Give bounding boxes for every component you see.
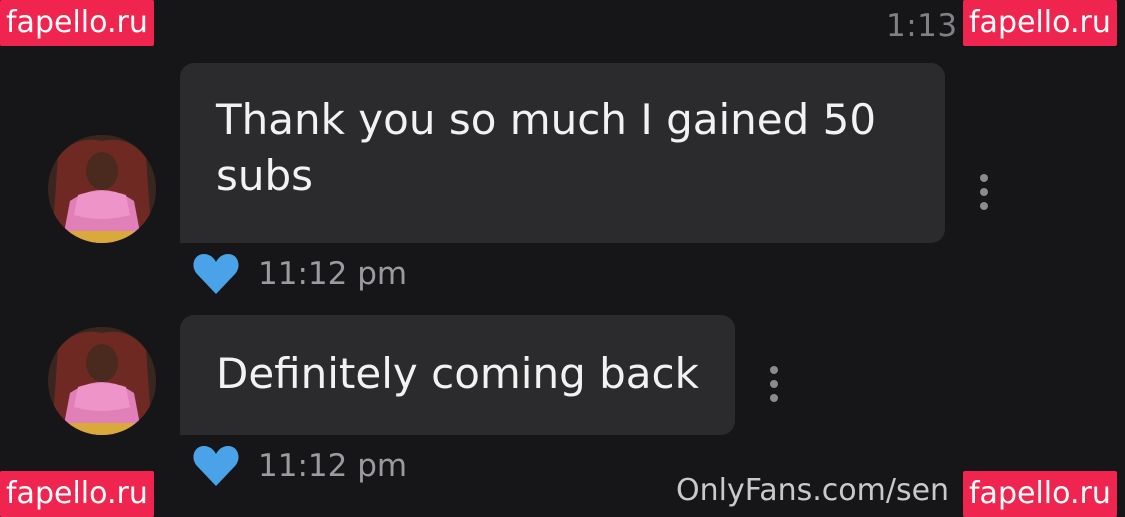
source-url-text: OnlyFans.com/sen — [676, 473, 950, 508]
message-text: Definitely coming back — [216, 349, 699, 398]
message-options-button[interactable] — [974, 172, 994, 212]
heart-icon[interactable] — [192, 444, 240, 488]
message-bubble[interactable]: Thank you so much I gained 50 subs — [180, 63, 945, 243]
message-time: 11:12 pm — [258, 448, 408, 484]
avatar-image — [48, 135, 156, 243]
sender-avatar[interactable] — [48, 327, 156, 435]
watermark-bottom-left: fapello.ru — [0, 471, 154, 517]
sender-avatar[interactable] — [48, 135, 156, 243]
message-time: 11:12 pm — [258, 256, 408, 292]
more-vertical-icon — [770, 366, 778, 374]
more-vertical-icon — [980, 174, 988, 182]
message-bubble[interactable]: Definitely coming back — [180, 315, 735, 435]
message-text: Thank you so much I gained 50 subs — [216, 95, 877, 200]
chat-screen: 1:13 pm Thank you so much I gained 50 su… — [0, 0, 1125, 517]
avatar-image — [48, 327, 156, 435]
heart-icon[interactable] — [192, 252, 240, 296]
watermark-top-left: fapello.ru — [0, 0, 154, 46]
watermark-bottom-right: fapello.ru — [963, 471, 1117, 517]
watermark-top-right: fapello.ru — [963, 0, 1117, 46]
message-options-button[interactable] — [764, 364, 784, 404]
